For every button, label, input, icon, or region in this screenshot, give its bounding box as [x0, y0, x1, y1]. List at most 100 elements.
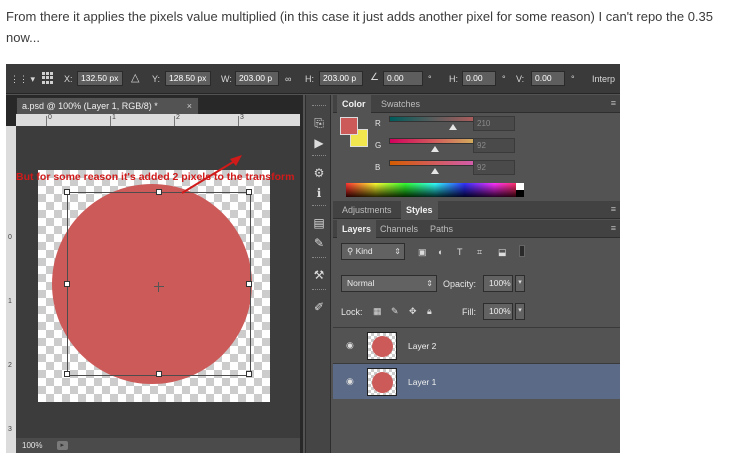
- foreground-color-swatch[interactable]: [340, 117, 358, 135]
- play-action-icon[interactable]: ▶: [311, 135, 327, 151]
- shape-filter-icon[interactable]: ⌗: [477, 247, 482, 258]
- search-icon: ⚲: [347, 246, 356, 256]
- dock-grip[interactable]: [312, 205, 326, 207]
- visibility-eye-icon[interactable]: ◉: [346, 376, 354, 387]
- lock-all-icon[interactable]: 🔒︎: [427, 306, 432, 317]
- blend-mode-dropdown[interactable]: Normal ⇕: [341, 275, 437, 292]
- dock-grip[interactable]: [312, 105, 326, 107]
- g-label: G: [375, 141, 382, 150]
- b-value[interactable]: 92: [473, 160, 515, 175]
- status-bar: 100% ▸: [16, 438, 300, 453]
- pixel-filter-icon[interactable]: ▣: [418, 247, 427, 258]
- tab-styles[interactable]: Styles: [401, 201, 438, 219]
- fill-dropdown-button[interactable]: ▾: [515, 303, 525, 320]
- tab-layers[interactable]: Layers: [337, 220, 377, 238]
- panel-menu-icon[interactable]: ≡: [611, 204, 616, 214]
- reference-point-icon[interactable]: [42, 72, 54, 84]
- fill-field[interactable]: 100%: [483, 303, 513, 320]
- dock-grip[interactable]: [312, 289, 326, 291]
- black-white-swatch[interactable]: [516, 183, 524, 197]
- layer-comps-icon[interactable]: ▤: [311, 215, 327, 231]
- zoom-level[interactable]: 100%: [22, 441, 42, 450]
- h-field[interactable]: 203.00 p: [319, 71, 363, 86]
- g-value[interactable]: 92: [473, 138, 515, 153]
- dock-grip[interactable]: [312, 155, 326, 157]
- panel-menu-icon[interactable]: ≡: [611, 223, 616, 233]
- history-icon[interactable]: ⎘: [311, 115, 327, 131]
- layer-thumbnail[interactable]: [367, 332, 397, 360]
- g-slider-thumb[interactable]: [431, 146, 439, 152]
- w-label: W:: [221, 74, 232, 84]
- b-slider-thumb[interactable]: [431, 168, 439, 174]
- layer-name[interactable]: Layer 1: [408, 377, 436, 387]
- vskew-field[interactable]: 0.00: [531, 71, 565, 86]
- smart-object-filter-icon[interactable]: ⬓: [498, 247, 507, 258]
- tool-presets-icon[interactable]: ⚒: [311, 267, 327, 283]
- lock-position-icon[interactable]: ✥: [409, 306, 417, 317]
- r-label: R: [375, 119, 381, 128]
- annotation-text: But for some reason it's added 2 pixels …: [16, 171, 295, 183]
- lock-label: Lock:: [341, 307, 363, 317]
- angle-icon: ∠: [370, 72, 379, 83]
- right-panels: Color Swatches ≡ R 210 G 92 B 92 Adjustm…: [333, 95, 620, 453]
- notes-icon[interactable]: ✎: [311, 235, 327, 251]
- layer-name[interactable]: Layer 2: [408, 341, 436, 351]
- transform-handle[interactable]: [156, 371, 162, 377]
- tab-paths[interactable]: Paths: [425, 220, 458, 238]
- character-icon[interactable]: ⚙: [311, 165, 327, 181]
- color-spectrum[interactable]: [346, 183, 524, 197]
- tab-swatches[interactable]: Swatches: [376, 95, 425, 113]
- angle-field[interactable]: 0.00: [383, 71, 423, 86]
- layer-row-selected[interactable]: ◉ Layer 1: [333, 363, 620, 399]
- chevron-down-icon: ⇕: [394, 247, 401, 256]
- r-value[interactable]: 210: [473, 116, 515, 131]
- hskew-unit: °: [502, 74, 506, 84]
- filter-kind-value: Kind: [355, 246, 373, 256]
- tab-adjustments[interactable]: Adjustments: [337, 201, 397, 219]
- reference-point-icon[interactable]: [154, 282, 164, 292]
- w-field[interactable]: 203.00 p: [235, 71, 279, 86]
- link-icon[interactable]: ∞: [285, 74, 291, 84]
- adjustment-filter-icon[interactable]: ◐: [438, 247, 443, 257]
- tab-color[interactable]: Color: [337, 95, 371, 113]
- dock-grip[interactable]: [312, 257, 326, 259]
- hskew-field[interactable]: 0.00: [462, 71, 496, 86]
- opacity-label: Opacity:: [443, 279, 477, 289]
- lock-paint-icon[interactable]: ✎: [391, 306, 399, 317]
- transform-handle[interactable]: [64, 371, 70, 377]
- filter-toggle[interactable]: [519, 245, 525, 257]
- opacity-dropdown-button[interactable]: ▾: [515, 275, 525, 292]
- color-panel-tabs: Color Swatches ≡: [333, 95, 620, 113]
- type-filter-icon[interactable]: T: [457, 247, 463, 257]
- hskew-label: H:: [449, 74, 458, 84]
- brush-presets-icon[interactable]: ✐: [311, 299, 327, 315]
- document-info-icon[interactable]: ▸: [56, 441, 68, 451]
- interpolation-label[interactable]: Interp: [592, 74, 615, 84]
- ruler-label: 3: [8, 426, 12, 433]
- filter-kind-dropdown[interactable]: ⚲ Kind ⇕: [341, 243, 405, 260]
- y-field[interactable]: 128.50 px: [165, 71, 211, 86]
- layer-row[interactable]: ◉ Layer 2: [333, 327, 620, 363]
- transform-handle[interactable]: [246, 281, 252, 287]
- transform-handle[interactable]: [246, 371, 252, 377]
- lock-transparent-icon[interactable]: ▦: [373, 306, 382, 317]
- x-field[interactable]: 132.50 px: [77, 71, 123, 86]
- vskew-unit: °: [571, 74, 575, 84]
- document-area: a.psd @ 100% (Layer 1, RGB/8) * × 0 1 2 …: [6, 95, 303, 453]
- r-slider-thumb[interactable]: [449, 124, 457, 130]
- h-label: H:: [305, 74, 314, 84]
- tab-channels[interactable]: Channels: [375, 220, 423, 238]
- panel-menu-icon[interactable]: ≡: [611, 98, 616, 108]
- angle-unit: °: [428, 74, 432, 84]
- opacity-field[interactable]: 100%: [483, 275, 513, 292]
- info-icon[interactable]: ℹ: [311, 185, 327, 201]
- y-label: Y:: [152, 74, 161, 84]
- tool-preset-icon[interactable]: ⋮⋮ ▾: [10, 74, 35, 85]
- ruler-label: 1: [8, 298, 12, 305]
- adjustments-panel-tabs: Adjustments Styles ≡: [333, 201, 620, 219]
- ruler-label: 2: [8, 362, 12, 369]
- visibility-eye-icon[interactable]: ◉: [346, 340, 354, 351]
- transform-handle[interactable]: [64, 281, 70, 287]
- delta-icon[interactable]: △: [131, 71, 139, 84]
- layer-thumbnail[interactable]: [367, 368, 397, 396]
